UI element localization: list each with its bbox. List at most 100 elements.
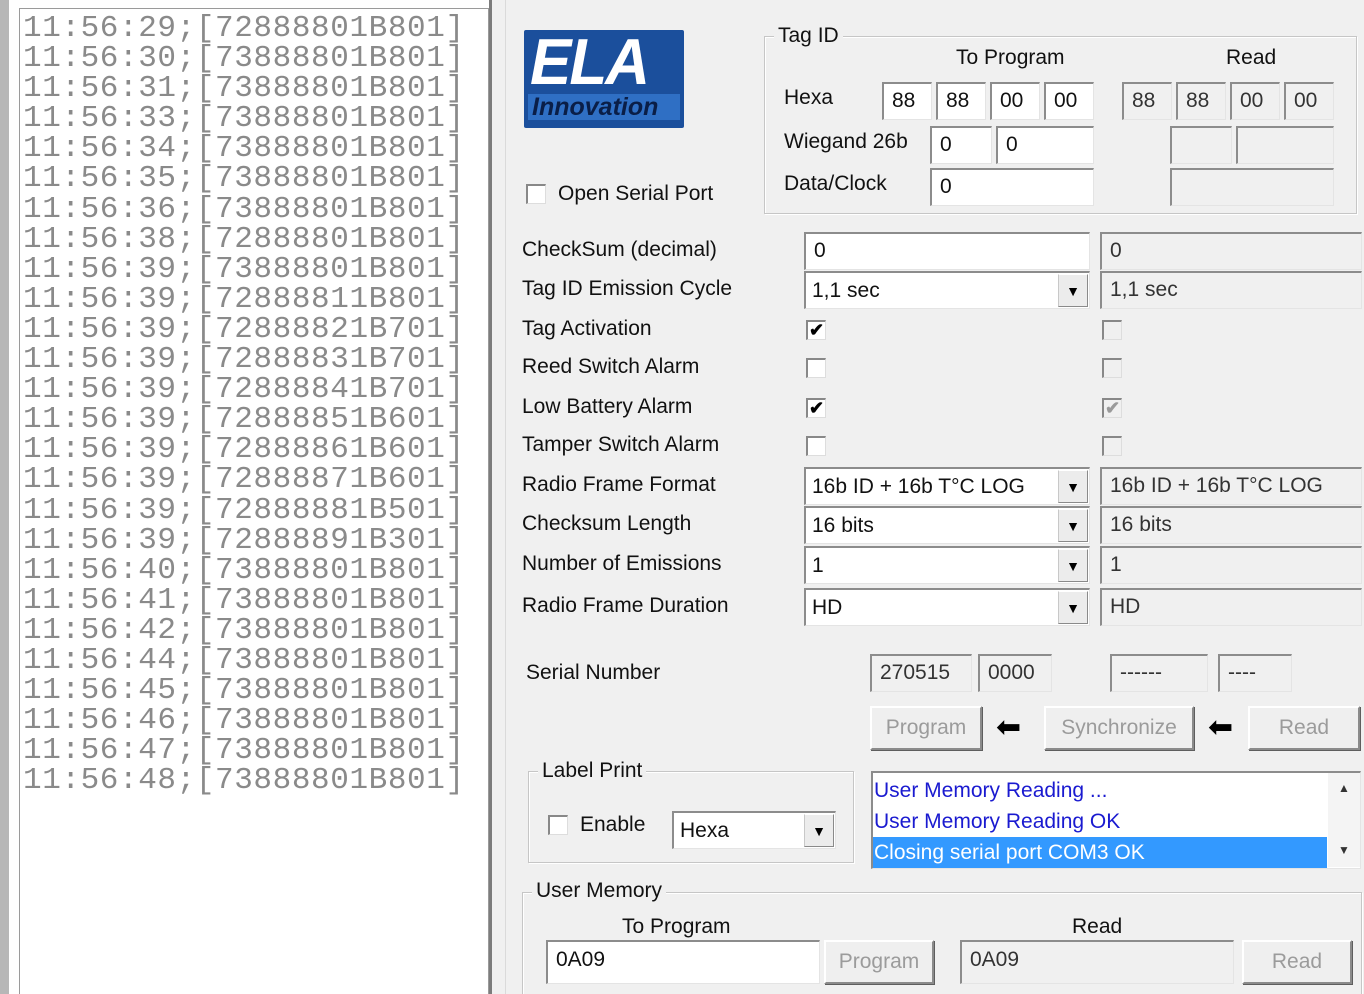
dataclock-label: Data/Clock [784, 172, 887, 195]
open-serial-port-label: Open Serial Port [558, 182, 714, 205]
dataclock-read [1170, 168, 1334, 206]
log-line: 11:56:39;[72888891B301] [23, 522, 465, 558]
log-line: 11:56:39;[72888821B701] [23, 311, 465, 347]
log-line: 11:56:29;[72888801B801] [23, 11, 465, 46]
log-line: 11:56:39;[72888811B801] [23, 281, 465, 317]
config-panel: ELA Innovation Open Serial Port Tag ID T… [506, 0, 1364, 994]
log-line: 11:56:44;[73888801B801] [23, 642, 465, 678]
checksum-label: CheckSum (decimal) [522, 238, 717, 261]
log-line: 11:56:39;[72888881B501] [23, 492, 465, 528]
wiegand-label: Wiegand 26b [784, 130, 908, 153]
emission-cycle-select[interactable]: 1,1 sec ▼ [804, 271, 1090, 309]
user-memory-col-read: Read [1072, 915, 1123, 938]
log-line: 11:56:41;[73888801B801] [23, 582, 465, 618]
hexa-read-byte-4: 00 [1284, 82, 1334, 120]
tamper-switch-read-checkbox [1102, 436, 1122, 456]
log-line: 11:56:31;[73888801B801] [23, 71, 465, 107]
arrow-left-icon: ⬅ [996, 711, 1022, 744]
hexa-read-byte-2: 88 [1176, 82, 1226, 120]
status-scrollbar[interactable]: ▲ ▼ [1328, 773, 1360, 867]
chevron-down-icon[interactable]: ▼ [1058, 509, 1088, 542]
synchronize-button[interactable]: Synchronize [1044, 706, 1194, 750]
low-battery-program-checkbox[interactable]: ✔ [806, 398, 826, 418]
log-line: 11:56:48;[73888801B801] [23, 763, 465, 799]
log-line: 11:56:45;[73888801B801] [23, 673, 465, 709]
label-print-enable-checkbox[interactable] [548, 815, 568, 835]
serial-read-2: ---- [1218, 654, 1292, 692]
tag-activation-program-checkbox[interactable]: ✔ [806, 320, 826, 340]
emissions-select[interactable]: 1 ▼ [804, 546, 1090, 584]
log-line: 11:56:42;[73888801B801] [23, 612, 465, 648]
log-list[interactable]: 11:56:29;[72888801B801] 11:56:30;[738888… [23, 11, 465, 799]
status-log[interactable]: User Memory Reading ... User Memory Read… [871, 771, 1361, 869]
radio-format-select[interactable]: 16b ID + 16b T°C LOG ▼ [804, 467, 1090, 505]
log-line: 11:56:40;[73888801B801] [23, 552, 465, 588]
user-memory-program-button[interactable]: Program [824, 940, 934, 984]
log-line: 11:56:46;[73888801B801] [23, 703, 465, 739]
open-serial-port-checkbox[interactable] [526, 184, 546, 204]
log-line: 11:56:30;[73888801B801] [23, 41, 465, 77]
emission-cycle-value: 1,1 sec [812, 279, 880, 302]
checksum-program-field[interactable]: 0 [804, 232, 1090, 270]
chevron-down-icon[interactable]: ▼ [1058, 274, 1088, 307]
checksum-length-read-field: 16 bits [1100, 506, 1362, 544]
log-line: 11:56:39;[72888841B701] [23, 372, 465, 408]
chevron-down-icon[interactable]: ▼ [1058, 591, 1088, 624]
log-line: 11:56:34;[73888801B801] [23, 131, 465, 167]
log-line: 11:56:39;[72888871B601] [23, 462, 465, 498]
user-memory-program-field[interactable]: 0A09 [546, 940, 820, 984]
frame-duration-select[interactable]: HD ▼ [804, 588, 1090, 626]
scroll-down-icon[interactable]: ▼ [1328, 843, 1360, 857]
radio-format-read-field: 16b ID + 16b T°C LOG [1100, 467, 1362, 505]
dataclock-program[interactable]: 0 [930, 168, 1094, 206]
label-print-enable-label: Enable [580, 813, 646, 836]
emissions-read-field: 1 [1100, 546, 1362, 584]
chevron-down-icon[interactable]: ▼ [1058, 549, 1088, 582]
checksum-length-select[interactable]: 16 bits ▼ [804, 506, 1090, 544]
user-memory-read-button[interactable]: Read [1242, 940, 1352, 984]
log-line: 11:56:47;[73888801B801] [23, 733, 465, 769]
tag-id-col-program: To Program [956, 46, 1065, 69]
tag-activation-read-checkbox [1102, 320, 1122, 340]
wiegand-program-1[interactable]: 0 [930, 126, 992, 164]
program-button[interactable]: Program [870, 706, 982, 750]
pane-splitter[interactable] [489, 0, 506, 994]
serial-read-1: ------ [1110, 654, 1208, 692]
log-line: 11:56:35;[73888801B801] [23, 161, 465, 197]
radio-format-value: 16b ID + 16b T°C LOG [812, 475, 1025, 498]
label-print-title: Label Print [538, 759, 647, 783]
low-battery-read-checkbox: ✔ [1102, 398, 1122, 418]
status-item[interactable]: User Memory Reading ... [873, 775, 1327, 806]
emissions-value: 1 [812, 554, 824, 577]
label-print-format-select[interactable]: Hexa ▼ [672, 811, 836, 849]
serial-program-2: 0000 [978, 654, 1052, 692]
tamper-switch-label: Tamper Switch Alarm [522, 433, 720, 456]
read-button[interactable]: Read [1248, 706, 1360, 750]
checksum-length-value: 16 bits [812, 514, 874, 537]
scroll-up-icon[interactable]: ▲ [1328, 781, 1360, 795]
status-item[interactable]: Closing serial port COM3 OK [873, 837, 1327, 868]
arrow-left-icon: ⬅ [1208, 711, 1234, 744]
emission-cycle-read-field: 1,1 sec [1100, 271, 1362, 309]
logo-main-text: ELA [530, 30, 650, 99]
status-item[interactable]: User Memory Reading OK [873, 806, 1327, 837]
logo-sub-text: Innovation [528, 94, 680, 120]
label-print-format-value: Hexa [680, 819, 730, 842]
hexa-program-byte-4[interactable]: 00 [1044, 82, 1094, 120]
tag-id-group-title: Tag ID [774, 24, 843, 48]
hexa-program-byte-2[interactable]: 88 [936, 82, 986, 120]
wiegand-program-2[interactable]: 0 [996, 126, 1094, 164]
reed-switch-read-checkbox [1102, 358, 1122, 378]
serial-number-label: Serial Number [526, 661, 661, 684]
chevron-down-icon[interactable]: ▼ [1058, 470, 1088, 503]
radio-format-label: Radio Frame Format [522, 473, 716, 496]
tamper-switch-program-checkbox[interactable] [806, 436, 826, 456]
log-pane[interactable]: 11:56:29;[72888801B801] 11:56:30;[738888… [0, 0, 492, 994]
frame-duration-value: HD [812, 596, 843, 619]
hexa-program-byte-1[interactable]: 88 [882, 82, 932, 120]
frame-duration-read-field: HD [1100, 588, 1362, 626]
hexa-program-byte-3[interactable]: 00 [990, 82, 1040, 120]
chevron-down-icon[interactable]: ▼ [804, 814, 834, 847]
wiegand-read-1 [1170, 126, 1232, 164]
reed-switch-program-checkbox[interactable] [806, 358, 826, 378]
